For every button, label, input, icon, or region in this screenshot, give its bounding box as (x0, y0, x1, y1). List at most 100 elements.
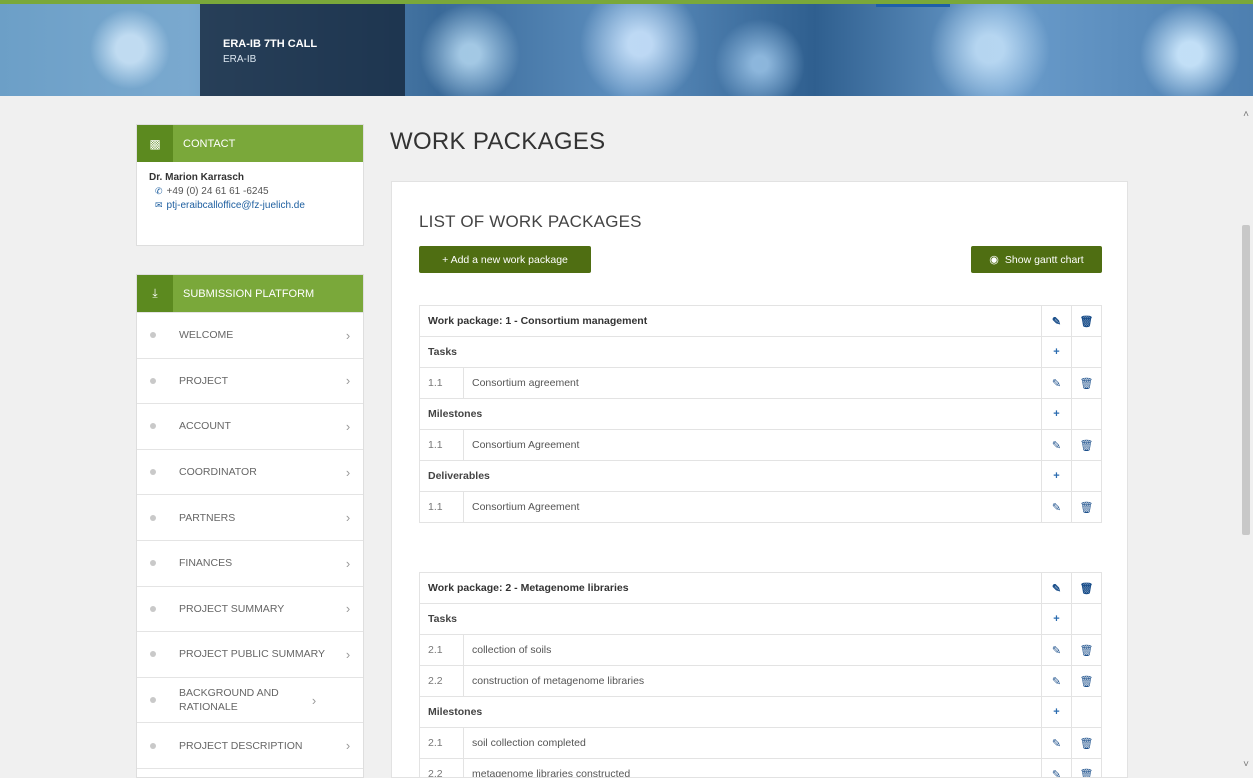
table-row: Deliverables + (419, 460, 1102, 492)
nav-item-account[interactable]: ACCOUNT › (137, 403, 363, 449)
chevron-right-icon: › (345, 510, 351, 526)
pencil-icon[interactable]: ✎ (1041, 634, 1072, 666)
pencil-icon[interactable]: ✎ (1041, 491, 1072, 523)
work-package-table-1: Work package: 1 - Consortium management … (419, 305, 1102, 523)
row-name: collection of soils (463, 634, 1042, 666)
section-label: Tasks (419, 336, 1042, 368)
trash-icon[interactable]: 🗑 (1071, 429, 1102, 461)
add-work-package-button[interactable]: + Add a new work package (419, 246, 591, 273)
plus-icon[interactable]: + (1041, 336, 1072, 368)
table-row: Work package: 1 - Consortium management … (419, 305, 1102, 337)
wp-title: Work package: 2 - Metagenome libraries (419, 572, 1042, 604)
call-subtitle: ERA-IB (223, 54, 257, 65)
eye-icon: ◉ (989, 254, 999, 266)
work-packages-panel: LIST OF WORK PACKAGES + Add a new work p… (391, 181, 1128, 778)
table-row: Milestones + (419, 696, 1102, 728)
trash-icon[interactable]: 🗑 (1071, 367, 1102, 399)
section-label: Milestones (419, 398, 1042, 430)
table-row: 1.1 Consortium Agreement ✎ 🗑 (419, 429, 1102, 461)
contact-heading: CONTACT (183, 137, 236, 150)
chevron-right-icon: › (345, 327, 351, 343)
pencil-icon[interactable]: ✎ (1041, 305, 1072, 337)
status-dot (150, 560, 156, 567)
table-row: 2.2 construction of metagenome libraries… (419, 665, 1102, 697)
nav-item-project-public-summary[interactable]: PROJECT PUBLIC SUMMARY › (137, 631, 363, 677)
banner-accent (876, 4, 950, 7)
wp-title: Work package: 1 - Consortium management (419, 305, 1042, 337)
chevron-right-icon: › (311, 692, 317, 708)
status-dot (150, 423, 156, 430)
status-dot (150, 742, 156, 749)
trash-icon[interactable]: 🗑 (1071, 665, 1102, 697)
nav-item-more[interactable] (137, 767, 363, 777)
table-row: 1.1 Consortium agreement ✎ 🗑 (419, 367, 1102, 399)
show-gantt-chart-button[interactable]: ◉ Show gantt chart (971, 246, 1102, 273)
row-name: Consortium Agreement (463, 491, 1042, 523)
gantt-label: Show gantt chart (1004, 253, 1084, 266)
plus-icon[interactable]: + (1041, 603, 1072, 635)
scroll-up-icon[interactable]: ˄ (1241, 110, 1251, 120)
trash-icon[interactable]: 🗑 (1071, 572, 1102, 604)
row-number: 2.2 (419, 758, 464, 777)
trash-icon[interactable]: 🗑 (1071, 634, 1102, 666)
nav-item-coordinator[interactable]: COORDINATOR › (137, 448, 363, 495)
trash-icon[interactable]: 🗑 (1071, 758, 1102, 777)
contact-email-line[interactable]: ✉ ptj-eraibcalloffice@fz-juelich.de (155, 200, 351, 211)
row-number: 1.1 (419, 491, 464, 523)
nav-item-project-summary[interactable]: PROJECT SUMMARY › (137, 585, 363, 632)
pencil-icon[interactable]: ✎ (1041, 572, 1072, 604)
header-banner: ERA-IB 7TH CALL ERA-IB (0, 0, 1253, 96)
trash-icon[interactable]: 🗑 (1071, 305, 1102, 337)
chevron-right-icon: › (345, 464, 351, 480)
table-row: 2.2 metagenome libraries constructed ✎ 🗑 (419, 758, 1102, 777)
row-number: 2.1 (419, 727, 464, 759)
banner-title-box (200, 4, 405, 96)
chevron-right-icon: › (345, 601, 351, 617)
nav-item-project[interactable]: PROJECT › (137, 357, 363, 404)
table-row: Tasks + (419, 603, 1102, 635)
nav-item-background-rationale[interactable]: BACKGROUND AND RATIONALE › (137, 676, 363, 723)
status-dot (150, 605, 156, 612)
contact-email-link[interactable]: ptj-eraibcalloffice@fz-juelich.de (167, 200, 305, 211)
page-scrollbar[interactable]: ˄ ˅ (1239, 100, 1253, 778)
platform-heading: SUBMISSION PLATFORM (183, 287, 315, 300)
trash-icon[interactable]: 🗑 (1071, 491, 1102, 523)
contact-header: ▩ CONTACT (137, 125, 363, 162)
pencil-icon[interactable]: ✎ (1041, 758, 1072, 777)
table-row: Work package: 2 - Metagenome libraries ✎… (419, 572, 1102, 604)
pencil-icon[interactable]: ✎ (1041, 727, 1072, 759)
table-row: 2.1 collection of soils ✎ 🗑 (419, 634, 1102, 666)
section-label: Tasks (419, 603, 1042, 635)
submission-platform-nav: ⤓ SUBMISSION PLATFORM WELCOME › PROJECT › … (136, 274, 364, 778)
nav-item-finances[interactable]: FINANCES › (137, 539, 363, 586)
row-name: construction of metagenome libraries (463, 665, 1042, 697)
chevron-right-icon: › (345, 418, 351, 434)
chevron-right-icon: › (345, 373, 351, 389)
plus-icon[interactable]: + (1041, 696, 1072, 728)
section-label: Milestones (419, 696, 1042, 728)
plus-icon[interactable]: + (1041, 460, 1072, 492)
scroll-down-icon[interactable]: ˅ (1241, 760, 1251, 770)
chevron-right-icon: › (345, 555, 351, 571)
table-row: Milestones + (419, 398, 1102, 430)
row-number: 2.1 (419, 634, 464, 666)
status-dot (150, 651, 156, 658)
page-title: WORK PACKAGES (390, 128, 606, 155)
pencil-icon[interactable]: ✎ (1041, 429, 1072, 461)
contact-phone: +49 (0) 24 61 61 -6245 (166, 186, 269, 197)
status-dot (150, 332, 156, 339)
contact-name: Dr. Marion Karrasch (149, 172, 245, 183)
nav-item-welcome[interactable]: WELCOME › (137, 312, 363, 358)
plus-icon[interactable]: + (1041, 398, 1072, 430)
contact-box: ▩ CONTACT Dr. Marion Karrasch ✆ +49 (0) 2… (136, 124, 364, 246)
chevron-right-icon: › (345, 738, 351, 754)
trash-icon[interactable]: 🗑 (1071, 727, 1102, 759)
pencil-icon[interactable]: ✎ (1041, 665, 1072, 697)
pencil-icon[interactable]: ✎ (1041, 367, 1072, 399)
status-dot (150, 377, 156, 384)
nav-item-partners[interactable]: PARTNERS › (137, 494, 363, 540)
nav-item-project-description[interactable]: PROJECT DESCRIPTION › (137, 722, 363, 768)
scrollbar-thumb[interactable] (1242, 225, 1250, 535)
table-row: 2.1 soil collection completed ✎ 🗑 (419, 727, 1102, 759)
platform-header: ⤓ SUBMISSION PLATFORM (137, 275, 363, 312)
